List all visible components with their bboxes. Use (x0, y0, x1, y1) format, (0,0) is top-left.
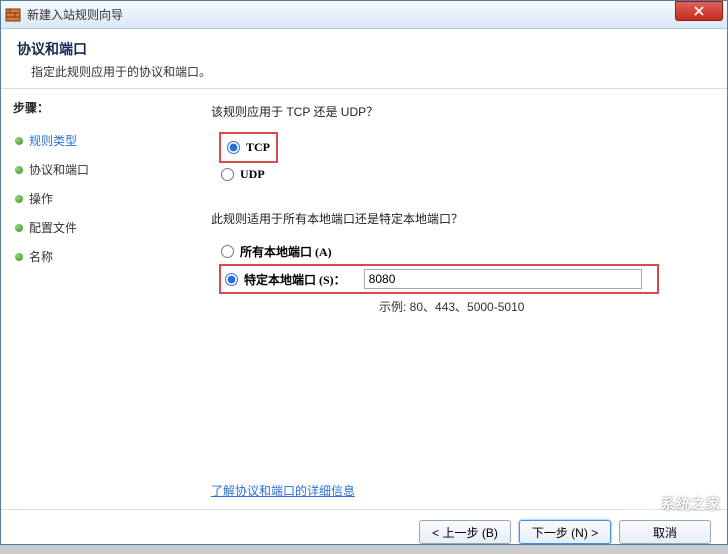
page-title: 协议和端口 (17, 39, 711, 59)
step-bullet-icon (15, 195, 23, 203)
highlight-specific-port: 特定本地端口 (S)： (219, 264, 659, 294)
radio-specific-ports-input[interactable] (225, 273, 238, 286)
titlebar-text: 新建入站规则向导 (27, 6, 675, 23)
body: 步骤： 规则类型 协议和端口 操作 配置文件 名称 该规 (1, 89, 727, 509)
page-subtitle: 指定此规则应用于的协议和端口。 (17, 63, 711, 80)
step-bullet-icon (15, 224, 23, 232)
question-ports: 此规则适用于所有本地端口还是特定本地端口？ (211, 210, 707, 227)
radio-all-ports-label: 所有本地端口 (A) (240, 243, 332, 260)
step-bullet-icon (15, 166, 23, 174)
sidebar-item-profile[interactable]: 配置文件 (13, 213, 179, 242)
cancel-button[interactable]: 取消 (619, 520, 711, 544)
sidebar-item-rule-type[interactable]: 规则类型 (13, 126, 179, 155)
sidebar-title: 步骤： (13, 99, 179, 116)
sidebar-item-name[interactable]: 名称 (13, 242, 179, 271)
content-panel: 该规则应用于 TCP 还是 UDP？ TCP UDP 此规则适用于所有本地端口还… (191, 89, 727, 509)
radio-udp[interactable]: UDP (219, 163, 707, 186)
protocol-radio-group: TCP UDP (219, 132, 707, 186)
radio-specific-ports[interactable]: 特定本地端口 (S)： (225, 271, 346, 288)
next-button[interactable]: 下一步 (N) > (519, 520, 611, 544)
sidebar-item-label: 操作 (29, 190, 53, 207)
sidebar-item-label: 名称 (29, 248, 53, 265)
titlebar[interactable]: 新建入站规则向导 (1, 1, 727, 29)
sidebar-item-label: 协议和端口 (29, 161, 89, 178)
learn-more-link[interactable]: 了解协议和端口的详细信息 (211, 482, 355, 499)
radio-tcp-input[interactable] (227, 141, 240, 154)
radio-all-ports[interactable]: 所有本地端口 (A) (219, 239, 707, 264)
close-icon (694, 6, 704, 16)
sidebar: 步骤： 规则类型 协议和端口 操作 配置文件 名称 (1, 89, 191, 509)
step-bullet-icon (15, 253, 23, 261)
radio-specific-ports-label: 特定本地端口 (S)： (244, 271, 346, 288)
question-protocol: 该规则应用于 TCP 还是 UDP？ (211, 103, 707, 120)
radio-tcp[interactable]: TCP (225, 136, 272, 159)
page-header: 协议和端口 指定此规则应用于的协议和端口。 (1, 29, 727, 88)
port-radio-group: 所有本地端口 (A) 特定本地端口 (S)： (219, 239, 707, 294)
sidebar-item-label: 规则类型 (29, 132, 77, 149)
firewall-icon (5, 7, 21, 23)
sidebar-item-action[interactable]: 操作 (13, 184, 179, 213)
close-button[interactable] (675, 1, 723, 21)
sidebar-item-protocol-port[interactable]: 协议和端口 (13, 155, 179, 184)
wizard-window: 新建入站规则向导 协议和端口 指定此规则应用于的协议和端口。 步骤： 规则类型 … (0, 0, 728, 545)
radio-udp-label: UDP (240, 167, 265, 182)
radio-all-ports-input[interactable] (221, 245, 234, 258)
port-input[interactable] (364, 269, 642, 289)
footer: < 上一步 (B) 下一步 (N) > 取消 (1, 509, 727, 554)
step-bullet-icon (15, 137, 23, 145)
sidebar-item-label: 配置文件 (29, 219, 77, 236)
port-example-text: 示例: 80、443、5000-5010 (379, 298, 707, 315)
back-button[interactable]: < 上一步 (B) (419, 520, 511, 544)
radio-tcp-label: TCP (246, 140, 270, 155)
radio-udp-input[interactable] (221, 168, 234, 181)
highlight-tcp: TCP (219, 132, 278, 163)
